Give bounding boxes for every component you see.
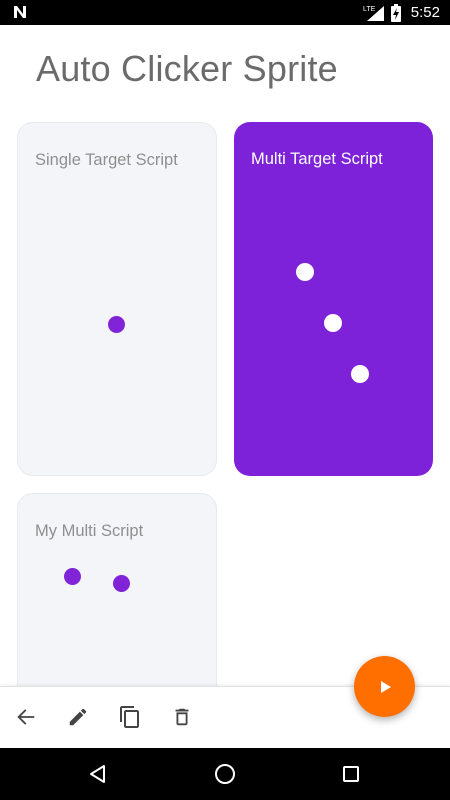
back-arrow-icon — [17, 709, 35, 725]
nav-home-button[interactable] — [211, 760, 239, 788]
status-clock: 5:52 — [410, 4, 440, 21]
lte-signal-icon: LTE — [363, 5, 384, 21]
delete-button[interactable] — [168, 703, 196, 731]
target-point-2 — [324, 314, 342, 332]
script-card-title: Multi Target Script — [251, 150, 383, 168]
lte-label: LTE — [363, 6, 376, 13]
target-point-3 — [351, 365, 369, 383]
target-point-2 — [113, 575, 130, 592]
copy-icon — [120, 706, 139, 728]
target-point-1 — [296, 263, 314, 281]
app-title: Auto Clicker Sprite — [36, 48, 338, 89]
edit-pencil-icon — [69, 708, 87, 726]
nav-recents-button[interactable] — [337, 760, 365, 788]
script-card-title: My Multi Script — [35, 522, 144, 540]
copy-button[interactable] — [116, 703, 144, 731]
edit-button[interactable] — [64, 703, 92, 731]
target-point-1 — [64, 568, 81, 585]
script-card-title: Single Target Script — [35, 151, 178, 169]
system-nav-bar — [0, 748, 450, 800]
script-card-single-target[interactable]: Single Target Script — [17, 122, 217, 476]
status-bar: LTE 5:52 — [0, 0, 450, 25]
play-icon — [380, 680, 391, 693]
back-triangle-icon — [90, 765, 105, 783]
delete-trash-icon — [175, 708, 189, 726]
nav-back-button[interactable] — [84, 760, 112, 788]
back-button[interactable] — [12, 703, 40, 731]
target-point — [108, 316, 125, 333]
script-card-multi-target[interactable]: Multi Target Script — [234, 122, 433, 476]
home-circle-icon — [215, 764, 235, 784]
battery-charging-icon — [390, 3, 401, 22]
notification-n-icon — [14, 6, 26, 18]
play-button[interactable] — [354, 656, 415, 717]
recents-square-icon — [343, 766, 359, 782]
